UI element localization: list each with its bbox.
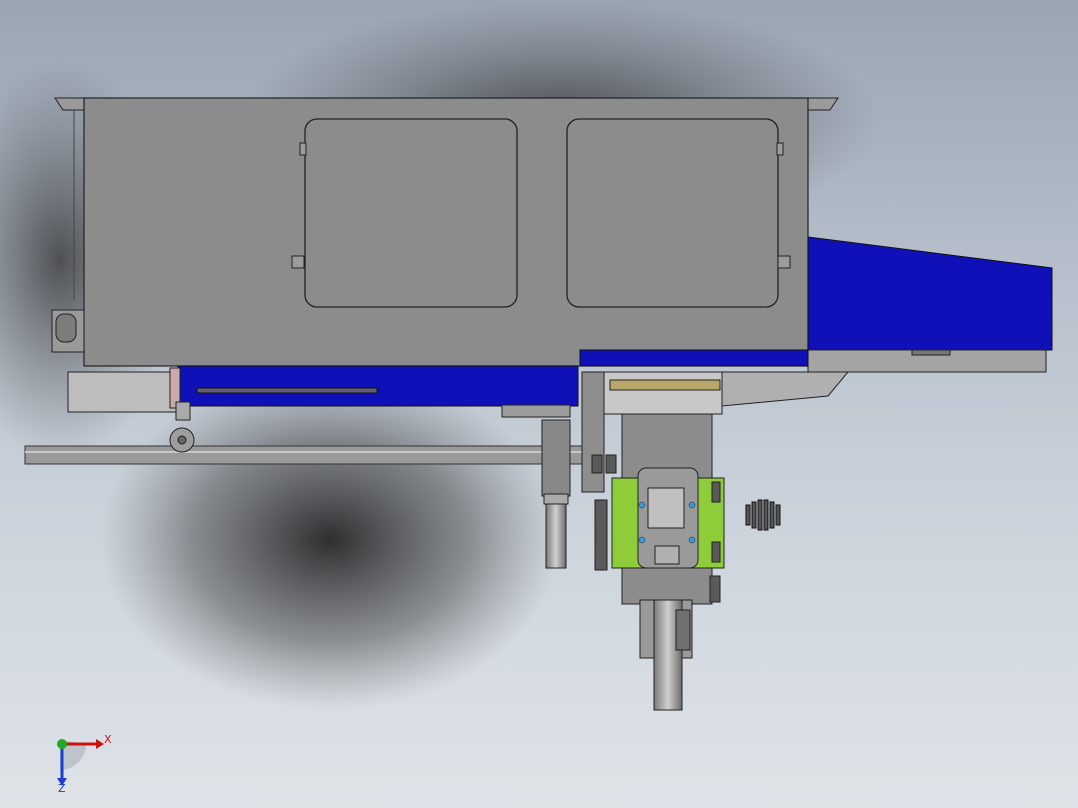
pneumatic-cylinder-left[interactable] (541, 419, 571, 569)
axis-triad: X Z (57, 733, 112, 795)
blue-conveyor-chute[interactable] (807, 236, 1053, 373)
x-axis-label: X (104, 733, 112, 746)
compression-spring[interactable] (745, 499, 781, 531)
z-axis-label: Z (58, 782, 66, 795)
cad-model-view[interactable]: X Z (0, 0, 1078, 808)
cad-viewport[interactable]: X Z (0, 0, 1078, 808)
lift-column[interactable] (611, 413, 725, 605)
bottom-motor[interactable] (639, 599, 693, 711)
rail-bracket (501, 404, 571, 418)
origin-marker (57, 739, 67, 749)
hopper-housing[interactable] (51, 97, 843, 367)
guide-rod[interactable] (24, 445, 586, 465)
floor-shadow (100, 370, 560, 710)
